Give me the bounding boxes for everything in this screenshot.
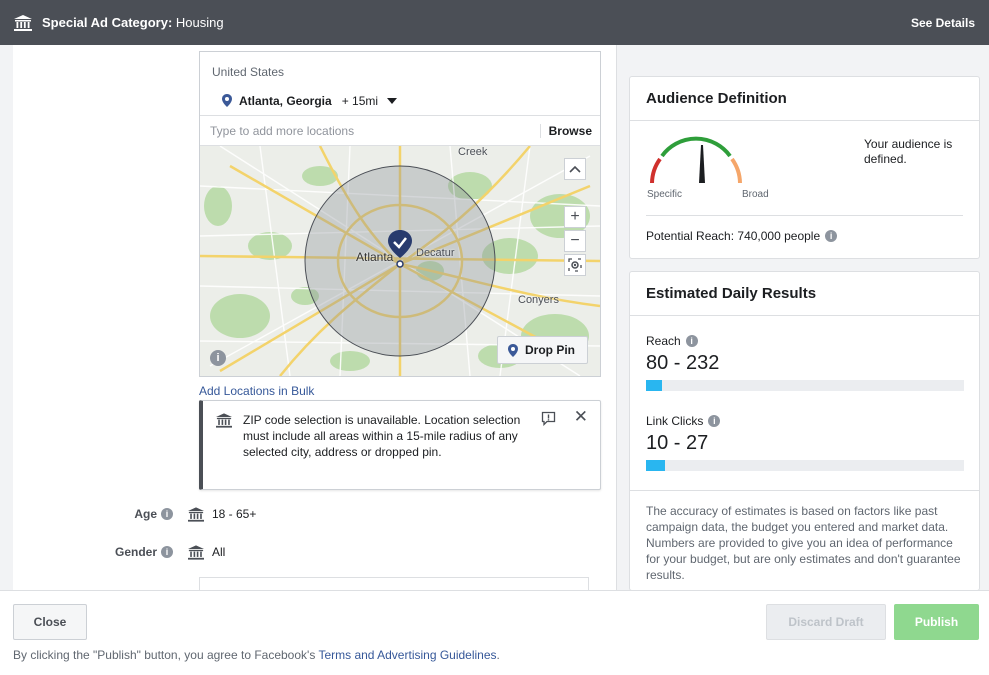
audience-status: Your audience is defined. — [864, 137, 953, 166]
map-label-conyers: Conyers — [518, 294, 559, 306]
divider — [630, 490, 979, 491]
reach-bar-fill — [646, 380, 662, 391]
audience-definition-card: Audience Definition Specific Broad Your … — [629, 76, 980, 259]
link-clicks-label-text: Link Clicks — [646, 414, 704, 428]
link-clicks-metric: Link Clicks i 10 - 27 — [646, 414, 964, 471]
targeting-panel: United States Atlanta, Georgia + 15mi Br… — [13, 45, 617, 590]
terms-suffix: . — [496, 648, 500, 662]
estimates-disclaimer: The accuracy of estimates is based on fa… — [646, 504, 961, 582]
map-info-icon[interactable]: i — [210, 350, 226, 366]
map-label-atlanta: Atlanta — [356, 250, 394, 264]
add-location-input[interactable] — [200, 123, 540, 138]
close-button[interactable]: Close — [13, 604, 87, 640]
target-icon — [568, 258, 582, 272]
map-label-creek: Creek — [458, 146, 488, 158]
discard-draft-button[interactable]: Discard Draft — [766, 604, 886, 640]
country-label: United States — [212, 65, 285, 79]
terms-link[interactable]: Terms and Advertising Guidelines — [318, 648, 496, 662]
zip-code-notice: ZIP code selection is unavailable. Locat… — [199, 400, 601, 490]
city-name: Atlanta, Georgia — [239, 93, 332, 108]
reach-info-icon[interactable]: i — [685, 335, 698, 347]
bank-icon — [188, 506, 204, 522]
link-clicks-label: Link Clicks i — [646, 414, 964, 428]
special-ad-category: Special Ad Category: Housing — [42, 15, 224, 30]
location-pin-icon — [508, 343, 518, 357]
potential-reach-text: Potential Reach: 740,000 people — [646, 229, 821, 243]
link-clicks-bar-fill — [646, 460, 666, 471]
zoom-out-button[interactable]: − — [564, 230, 586, 252]
gender-row: Gender i All — [13, 542, 225, 562]
gender-label-text: Gender — [114, 545, 157, 559]
reach-metric: Reach i 80 - 232 — [646, 334, 964, 391]
estimated-daily-results-card: Estimated Daily Results Reach i 80 - 232… — [629, 271, 980, 591]
age-value-text: 18 - 65+ — [212, 507, 257, 521]
age-label: Age i — [13, 507, 173, 521]
chevron-up-icon — [569, 165, 581, 173]
drop-pin-label: Drop Pin — [525, 343, 575, 357]
gauge-broad-label: Broad — [742, 189, 769, 200]
next-section-box — [199, 577, 589, 590]
location-box: United States Atlanta, Georgia + 15mi Br… — [199, 51, 601, 377]
link-clicks-value: 10 - 27 — [646, 432, 709, 454]
map-label-decatur: Decatur — [416, 247, 455, 259]
category-label: Special Ad Category: — [42, 15, 173, 30]
top-bar: Special Ad Category: Housing See Details — [0, 0, 989, 45]
zoom-in-button[interactable]: + — [564, 206, 586, 228]
reach-bar — [646, 380, 964, 391]
gender-label: Gender i — [13, 545, 173, 559]
radius-value[interactable]: + 15mi — [342, 94, 378, 108]
audience-gauge: Specific Broad — [644, 135, 769, 200]
bank-icon — [14, 14, 32, 31]
footer-bar: Close Discard Draft Publish By clicking … — [0, 590, 989, 675]
age-value: 18 - 65+ — [188, 506, 257, 522]
link-clicks-bar — [646, 460, 964, 471]
reach-label-text: Reach — [646, 334, 681, 348]
link-clicks-info-icon[interactable]: i — [708, 415, 721, 427]
browse-button[interactable]: Browse — [539, 123, 600, 138]
category-value: Housing — [175, 15, 224, 30]
age-row: Age i 18 - 65+ — [13, 504, 256, 524]
add-location-row: Browse — [200, 116, 600, 146]
notice-close-icon[interactable]: ✕ — [574, 408, 588, 425]
gender-info-icon[interactable]: i — [161, 546, 173, 558]
add-locations-bulk-link[interactable]: Add Locations in Bulk — [199, 384, 314, 398]
notice-text: ZIP code selection is unavailable. Locat… — [243, 413, 521, 459]
location-pin-icon — [222, 94, 232, 107]
potential-reach: Potential Reach: 740,000 people i — [646, 229, 838, 243]
drop-pin-button[interactable]: Drop Pin — [497, 336, 588, 364]
publish-button[interactable]: Publish — [894, 604, 979, 640]
age-info-icon[interactable]: i — [161, 508, 173, 520]
reach-value: 80 - 232 — [646, 352, 720, 374]
map-collapse-button[interactable] — [564, 158, 586, 180]
age-label-text: Age — [134, 507, 157, 521]
reach-label: Reach i — [646, 334, 964, 348]
feedback-icon[interactable] — [541, 411, 556, 426]
gender-value-text: All — [212, 545, 226, 559]
location-map[interactable]: Creek Atlanta Decatur Conyers + − i Drop… — [200, 146, 600, 376]
selected-city: Atlanta, Georgia + 15mi — [200, 86, 600, 116]
bank-icon — [188, 544, 204, 560]
locate-me-button[interactable] — [564, 254, 586, 276]
terms-notice: By clicking the "Publish" button, you ag… — [13, 648, 500, 662]
audience-definition-title: Audience Definition — [630, 77, 979, 121]
gender-value: All — [188, 544, 226, 560]
see-details-link[interactable]: See Details — [911, 16, 975, 30]
estimated-results-title: Estimated Daily Results — [630, 272, 979, 316]
gauge-specific-label: Specific — [647, 189, 683, 200]
potential-reach-info-icon[interactable]: i — [825, 230, 838, 242]
divider — [646, 215, 963, 216]
terms-prefix: By clicking the "Publish" button, you ag… — [13, 648, 319, 662]
panel-scrollbar[interactable] — [617, 45, 621, 590]
radius-dropdown-icon[interactable] — [387, 97, 398, 104]
gauge-icon — [650, 136, 742, 184]
bank-icon — [216, 413, 232, 428]
